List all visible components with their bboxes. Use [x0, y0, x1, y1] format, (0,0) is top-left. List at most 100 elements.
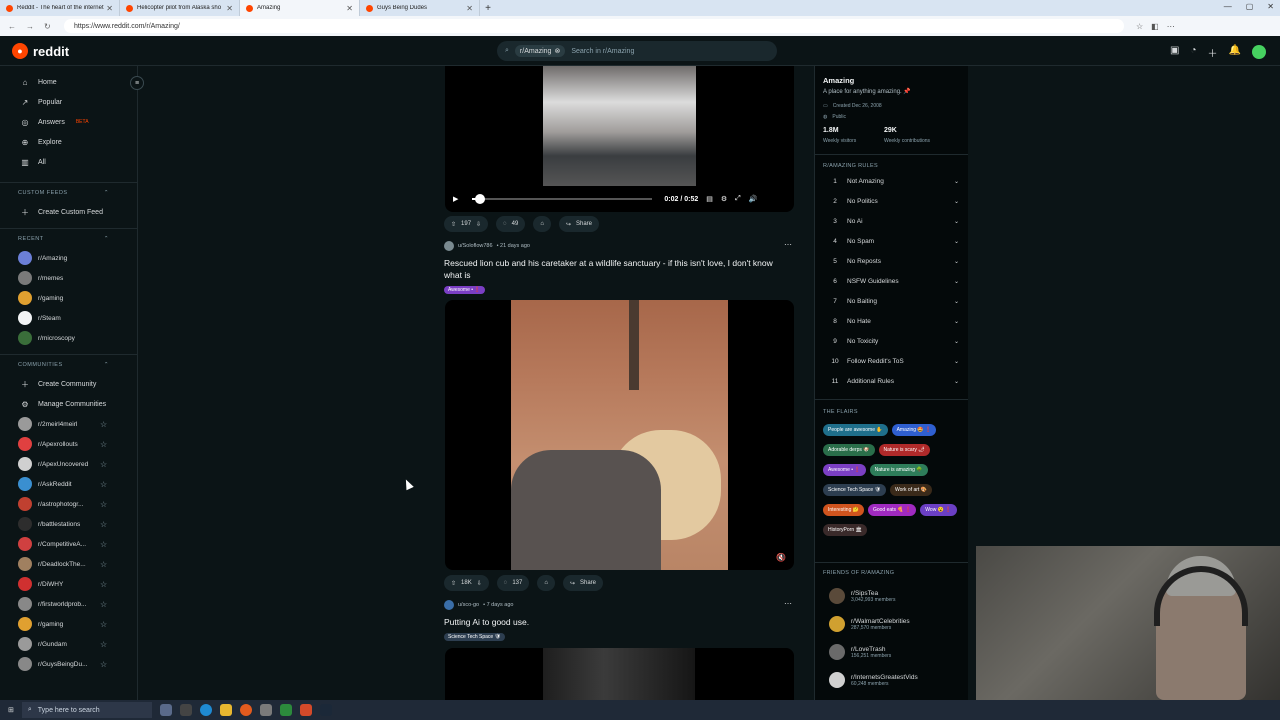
clear-chip-icon[interactable]: ⊗: [554, 47, 560, 55]
more-options-icon[interactable]: ⋯: [784, 240, 792, 249]
steam-icon[interactable]: [319, 704, 332, 716]
recent-community-item[interactable]: r/microscopy: [0, 328, 137, 348]
post-title[interactable]: Putting Ai to good use.: [444, 616, 789, 628]
favorites-icon[interactable]: ☆: [1136, 22, 1143, 31]
post-title[interactable]: Rescued lion cub and his caretaker at a …: [444, 257, 789, 281]
community-item[interactable]: r/battlestations ☆: [0, 514, 137, 534]
favorite-star-icon[interactable]: ☆: [100, 560, 107, 569]
settings-gear-icon[interactable]: ⚙: [721, 195, 727, 203]
nav-home[interactable]: ⌂ Home: [0, 72, 137, 92]
volume-icon[interactable]: 🔊: [749, 195, 758, 203]
friend-community-item[interactable]: r/SipsTea 3,042,993 members: [829, 588, 895, 604]
collapse-sidebar-button[interactable]: ≡: [130, 76, 144, 90]
flair-chip[interactable]: Interesting 🤔: [823, 504, 864, 516]
recent-community-item[interactable]: r/gaming: [0, 288, 137, 308]
flair-chip[interactable]: Science Tech Space 🛡: [823, 484, 886, 496]
taskbar-search[interactable]: ⌕ Type here to search: [21, 702, 152, 718]
downvote-icon[interactable]: ⇩: [477, 580, 482, 587]
file-explorer-icon[interactable]: [219, 704, 232, 716]
favorite-star-icon[interactable]: ☆: [100, 440, 107, 449]
reddit-logo[interactable]: ● reddit: [12, 43, 69, 59]
rule-item[interactable]: 10 Follow Reddit's ToS ⌄: [823, 351, 959, 371]
minimize-icon[interactable]: —: [1224, 2, 1232, 11]
custom-feeds-header[interactable]: CUSTOM FEEDS ⌃: [0, 182, 137, 202]
more-options-icon[interactable]: ⋯: [784, 599, 792, 608]
nav-explore[interactable]: ⊕ Explore: [0, 132, 137, 152]
forward-icon[interactable]: →: [26, 22, 34, 31]
reload-icon[interactable]: ↻: [44, 22, 51, 31]
create-custom-feed[interactable]: ＋ Create Custom Feed: [0, 202, 137, 222]
video-player[interactable]: [445, 648, 794, 700]
browser-tab-active[interactable]: Amazing ✕: [240, 0, 360, 16]
close-tab-icon[interactable]: ✕: [226, 4, 233, 13]
firefox-icon[interactable]: [239, 704, 252, 716]
flair-chip[interactable]: Work of art 🎨: [889, 484, 932, 496]
recent-community-item[interactable]: r/Steam: [0, 308, 137, 328]
flair-chip[interactable]: Nature is amazing 🌳: [869, 464, 928, 476]
search-community-chip[interactable]: r/Amazing ⊗: [514, 45, 566, 57]
close-tab-icon[interactable]: ✕: [346, 4, 353, 13]
flair-chip[interactable]: Adorable derps 🐶: [823, 444, 875, 456]
rule-item[interactable]: 7 No Baiting ⌄: [823, 291, 959, 311]
friend-community-item[interactable]: r/WalmartCelebrities 287,570 members: [829, 616, 910, 632]
share-button[interactable]: ↪ Share: [562, 575, 604, 591]
rule-item[interactable]: 8 No Hate ⌄: [823, 311, 959, 331]
post-flair[interactable]: Science Tech Space 🛡: [444, 633, 505, 641]
flair-chip[interactable]: HistoryPorn 🏛: [823, 524, 867, 536]
search-input[interactable]: Search in r/Amazing: [571, 48, 634, 55]
community-item[interactable]: r/astrophotogr... ☆: [0, 494, 137, 514]
favorite-star-icon[interactable]: ☆: [100, 460, 107, 469]
maximize-icon[interactable]: ▢: [1246, 2, 1254, 11]
app-icon[interactable]: [299, 704, 312, 716]
rule-item[interactable]: 5 No Reposts ⌄: [823, 251, 959, 271]
browser-tab[interactable]: Guys Being Dudes ✕: [360, 0, 480, 16]
author-avatar[interactable]: [444, 241, 454, 251]
favorite-star-icon[interactable]: ☆: [100, 640, 107, 649]
community-item[interactable]: r/2meirl4meirl ☆: [0, 414, 137, 434]
notifications-icon[interactable]: 🔔: [1229, 45, 1241, 60]
scrubber-handle[interactable]: [474, 194, 485, 204]
extension-icon[interactable]: ◧: [1151, 22, 1159, 31]
app-icon[interactable]: [259, 704, 272, 716]
recent-community-item[interactable]: r/Amazing: [0, 248, 137, 268]
rule-item[interactable]: 2 No Politics ⌄: [823, 191, 959, 211]
rule-item[interactable]: 9 No Toxicity ⌄: [823, 331, 959, 351]
share-button[interactable]: ↪ Share: [558, 216, 600, 232]
rule-item[interactable]: 4 No Spam ⌄: [823, 231, 959, 251]
rule-item[interactable]: 3 No Ai ⌄: [823, 211, 959, 231]
flair-chip[interactable]: Nature is scary 🌶: [878, 444, 930, 456]
browser-tab[interactable]: Helicopter pilot from Alaska sho ✕: [120, 0, 240, 16]
community-item[interactable]: r/Gundam ☆: [0, 634, 137, 654]
xbox-icon[interactable]: [279, 704, 292, 716]
community-item[interactable]: r/ApexUncovered ☆: [0, 454, 137, 474]
browser-tab[interactable]: Reddit - The heart of the internet ✕: [0, 0, 120, 16]
new-tab-button[interactable]: +: [480, 3, 496, 14]
award-button[interactable]: ⌂: [533, 216, 551, 232]
author-avatar[interactable]: [444, 600, 454, 610]
community-item[interactable]: r/CompetitiveA... ☆: [0, 534, 137, 554]
close-tab-icon[interactable]: ✕: [466, 4, 473, 13]
nav-all[interactable]: ▥ All: [0, 152, 137, 172]
advertise-icon[interactable]: ▣: [1170, 45, 1179, 60]
task-view-icon[interactable]: [179, 704, 192, 716]
user-avatar[interactable]: [1252, 45, 1266, 59]
post-flair[interactable]: Awesome • ❗: [444, 286, 485, 294]
windows-start-icon[interactable]: ⊞: [8, 706, 14, 714]
post-author[interactable]: u/sco-go: [458, 602, 479, 608]
award-button[interactable]: ⌂: [537, 575, 555, 591]
captions-icon[interactable]: ▤: [706, 195, 713, 203]
edge-icon[interactable]: [199, 704, 212, 716]
video-player[interactable]: ▶ 0:02 / 0:52 ▤ ⚙ ⤢ 🔊: [445, 66, 794, 212]
play-icon[interactable]: ▶: [453, 195, 458, 203]
weather-icon[interactable]: [159, 704, 172, 716]
close-window-icon[interactable]: ✕: [1267, 2, 1274, 11]
community-item[interactable]: r/AskReddit ☆: [0, 474, 137, 494]
rule-item[interactable]: 1 Not Amazing ⌄: [823, 171, 959, 191]
post-author[interactable]: u/Soloflow786: [458, 243, 493, 249]
favorite-star-icon[interactable]: ☆: [100, 620, 107, 629]
recent-header[interactable]: RECENT ⌃: [0, 228, 137, 248]
flair-chip[interactable]: Wow 😮 ❗: [920, 504, 957, 516]
upvote-icon[interactable]: ⇧: [451, 221, 456, 228]
communities-header[interactable]: COMMUNITIES ⌃: [0, 354, 137, 374]
nav-answers[interactable]: ◎ Answers BETA: [0, 112, 137, 132]
